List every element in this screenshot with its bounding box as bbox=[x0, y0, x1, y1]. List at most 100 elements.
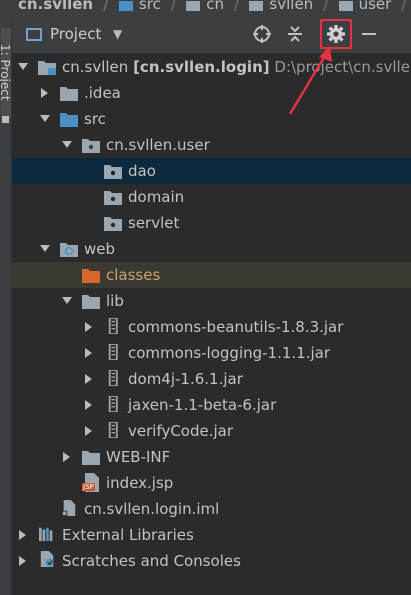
breadcrumb-item[interactable]: svllen / bbox=[249, 0, 329, 13]
collapse-all-icon bbox=[288, 26, 302, 42]
chevron-right-icon[interactable] bbox=[18, 556, 28, 566]
chevron-down-icon[interactable] bbox=[40, 244, 50, 254]
tree-node-jar[interactable]: jaxen-1.1-beta-6.jar bbox=[12, 392, 411, 418]
tree-node-indexjsp[interactable]: JSP index.jsp bbox=[12, 470, 411, 496]
tree-node-scratches[interactable]: Scratches and Consoles bbox=[12, 548, 411, 574]
tree-label: lib bbox=[106, 292, 124, 310]
jsp-file-icon: JSP bbox=[82, 473, 102, 492]
root-module-name: [cn.svllen.login] bbox=[133, 58, 270, 76]
project-view-title[interactable]: Project bbox=[50, 25, 101, 43]
module-file-icon bbox=[61, 500, 76, 516]
tree-node-src[interactable]: src bbox=[12, 106, 411, 132]
chevron-right-icon[interactable] bbox=[84, 426, 94, 436]
chevron-down-icon[interactable] bbox=[62, 296, 72, 306]
chevron-right-icon[interactable] bbox=[62, 452, 72, 462]
tree-node-idea[interactable]: .idea bbox=[12, 80, 411, 106]
package-icon bbox=[82, 139, 100, 153]
chevron-down-icon[interactable] bbox=[62, 140, 72, 150]
tree-label: domain bbox=[128, 188, 185, 206]
package-icon bbox=[104, 191, 122, 205]
project-tool-tab-label[interactable]: 1: Project bbox=[0, 44, 12, 101]
tree-node-domain[interactable]: domain bbox=[12, 184, 411, 210]
jar-library-icon bbox=[108, 396, 118, 412]
tool-window-stripe: 1: Project bbox=[0, 14, 12, 595]
tree-label: dao bbox=[128, 162, 156, 180]
tree-label: dom4j-1.6.1.jar bbox=[128, 370, 243, 388]
navigation-breadcrumb: cn.svllen/ src/ cn/ svllen/ user/ dao bbox=[0, 0, 411, 14]
tree-node-jar[interactable]: verifyCode.jar bbox=[12, 418, 411, 444]
tree-node-jar[interactable]: dom4j-1.6.1.jar bbox=[12, 366, 411, 392]
breadcrumb-item[interactable]: cn / bbox=[186, 0, 239, 13]
chevron-right-icon[interactable] bbox=[18, 530, 28, 540]
tree-node-jar[interactable]: commons-beanutils-1.8.3.jar bbox=[12, 314, 411, 340]
libraries-icon bbox=[39, 527, 53, 542]
folder-icon bbox=[249, 0, 264, 11]
tree-node-package[interactable]: cn.svllen.user bbox=[12, 132, 411, 158]
tree-node-webinf[interactable]: WEB-INF bbox=[12, 444, 411, 470]
chevron-right-icon[interactable] bbox=[84, 400, 94, 410]
project-panel-header: Project ▼ bbox=[12, 14, 411, 54]
folder-icon bbox=[338, 0, 353, 11]
minimize-icon bbox=[362, 33, 376, 35]
web-folder-icon bbox=[60, 243, 78, 257]
project-tree: cn.svllen [cn.svllen.login] D:\project\c… bbox=[12, 54, 411, 595]
tree-label: External Libraries bbox=[62, 526, 194, 544]
chevron-right-icon[interactable] bbox=[84, 348, 94, 358]
jar-library-icon bbox=[108, 422, 118, 438]
jar-library-icon bbox=[108, 370, 118, 386]
tree-label: jaxen-1.1-beta-6.jar bbox=[128, 396, 277, 414]
tree-node-dao[interactable]: dao bbox=[12, 158, 411, 184]
tree-label: servlet bbox=[128, 214, 180, 232]
folder-icon bbox=[60, 87, 78, 101]
chevron-down-icon[interactable] bbox=[18, 62, 28, 72]
tree-node-lib[interactable]: lib bbox=[12, 288, 411, 314]
tree-label: index.jsp bbox=[106, 474, 174, 492]
chevron-right-icon[interactable] bbox=[40, 88, 50, 98]
scratches-icon bbox=[40, 551, 54, 567]
settings-highlight-box bbox=[320, 19, 352, 49]
locate-target-button[interactable] bbox=[250, 22, 274, 46]
chevron-right-icon[interactable] bbox=[84, 374, 94, 384]
tree-node-iml[interactable]: cn.svllen.login.iml bbox=[12, 496, 411, 522]
tree-label: src bbox=[84, 110, 106, 128]
root-path: D:\project\cn.svllen bbox=[274, 58, 411, 76]
tree-label: cn.svllen.login.iml bbox=[84, 500, 220, 518]
crosshair-icon bbox=[253, 25, 271, 43]
folder-icon bbox=[82, 295, 100, 309]
tree-node-root[interactable]: cn.svllen [cn.svllen.login] D:\project\c… bbox=[12, 54, 411, 80]
tree-node-jar[interactable]: commons-logging-1.1.1.jar bbox=[12, 340, 411, 366]
jar-library-icon bbox=[108, 318, 118, 334]
chevron-right-icon[interactable] bbox=[84, 322, 94, 332]
breadcrumb-item[interactable]: user / bbox=[338, 0, 407, 13]
chevron-down-icon[interactable] bbox=[40, 114, 50, 124]
tree-node-web[interactable]: web bbox=[12, 236, 411, 262]
tree-label: commons-beanutils-1.8.3.jar bbox=[128, 318, 344, 336]
source-folder-icon bbox=[60, 113, 78, 127]
jsp-badge: JSP bbox=[82, 483, 95, 491]
breadcrumb-item[interactable]: cn.svllen / bbox=[18, 0, 109, 13]
tree-node-external-libraries[interactable]: External Libraries bbox=[12, 522, 411, 548]
tree-node-servlet[interactable]: servlet bbox=[12, 210, 411, 236]
hide-panel-button[interactable] bbox=[357, 22, 381, 46]
root-name: cn.svllen bbox=[62, 58, 129, 76]
folder-icon bbox=[186, 0, 201, 11]
tool-window-icon bbox=[2, 116, 9, 123]
tree-label: Scratches and Consoles bbox=[62, 552, 241, 570]
view-dropdown-caret[interactable]: ▼ bbox=[113, 27, 122, 41]
collapse-all-button[interactable] bbox=[283, 22, 307, 46]
package-icon bbox=[104, 165, 122, 179]
breadcrumb-item[interactable]: src / bbox=[118, 0, 176, 13]
tree-label: commons-logging-1.1.1.jar bbox=[128, 344, 331, 362]
folder-icon bbox=[82, 451, 100, 465]
package-icon bbox=[104, 217, 122, 231]
tree-label: web bbox=[84, 240, 116, 258]
tree-label: cn.svllen.user bbox=[106, 136, 210, 154]
folder-icon bbox=[118, 0, 133, 11]
project-view-icon bbox=[26, 28, 42, 41]
tree-node-classes[interactable]: classes bbox=[12, 262, 411, 288]
jar-library-icon bbox=[108, 344, 118, 360]
tree-label: verifyCode.jar bbox=[128, 422, 234, 440]
tree-label: .idea bbox=[84, 84, 121, 102]
tree-label: WEB-INF bbox=[106, 448, 171, 466]
excluded-folder-icon bbox=[82, 269, 100, 283]
